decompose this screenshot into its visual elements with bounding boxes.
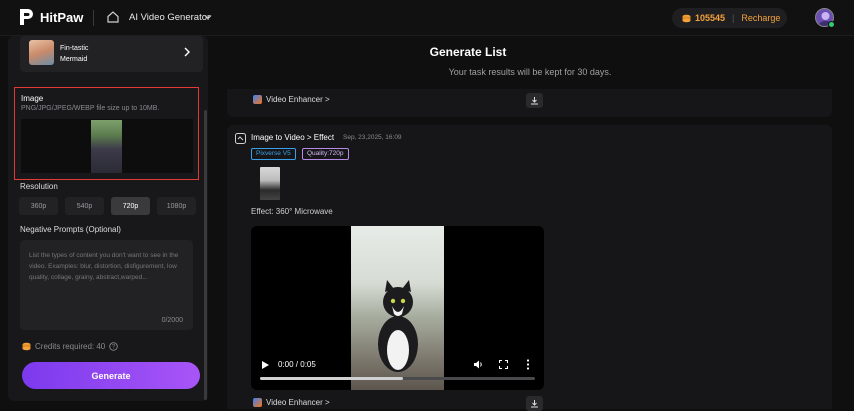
resolution-720p-button[interactable]: 720p bbox=[111, 197, 150, 215]
credits-pill[interactable]: 105545 | Recharge bbox=[672, 8, 787, 28]
resolution-360p-button[interactable]: 360p bbox=[19, 197, 58, 215]
credits-count: 105545 bbox=[695, 13, 726, 23]
video-enhancer-icon bbox=[253, 95, 262, 104]
volume-icon[interactable] bbox=[473, 359, 484, 370]
header-divider bbox=[93, 10, 94, 26]
credits-required: Credits required: 40 ? bbox=[22, 342, 119, 351]
settings-sidebar: Fin-tastic Mermaid Image PNG/JPG/JPEG/WE… bbox=[8, 36, 208, 401]
task-date: Sep, 23,2025, 16:09 bbox=[343, 134, 402, 141]
image-label: Image bbox=[21, 94, 44, 103]
sidebar-scrollbar[interactable] bbox=[204, 110, 207, 400]
preset-name: Fin-tastic Mermaid bbox=[60, 45, 89, 63]
more-options-icon[interactable] bbox=[526, 359, 530, 370]
help-icon[interactable]: ? bbox=[109, 342, 119, 351]
top-bar: HitPaw AI Video Generator 105545 | Recha… bbox=[0, 0, 854, 36]
chevron-right-icon[interactable] bbox=[183, 47, 191, 57]
video-enhancer-link-2[interactable]: Video Enhancer > bbox=[253, 398, 330, 407]
model-tag: Pixverse V5 bbox=[251, 148, 296, 160]
task-card: Image to Video > Effect Sep, 23,2025, 16… bbox=[227, 125, 832, 409]
negative-prompts-placeholder: List the types of content you don't want… bbox=[29, 252, 179, 281]
home-icon[interactable] bbox=[106, 10, 120, 24]
brand-name: HitPaw bbox=[40, 9, 84, 25]
quality-tag: Quality:720p bbox=[302, 148, 349, 160]
effect-name: Effect: 360° Microwave bbox=[251, 207, 333, 216]
image-hint: PNG/JPG/JPEG/WEBP file size up to 10MB. bbox=[21, 105, 160, 112]
resolution-540p-button[interactable]: 540p bbox=[65, 197, 104, 215]
coin-icon bbox=[22, 342, 31, 351]
negative-prompts-label: Negative Prompts (Optional) bbox=[20, 225, 121, 234]
logo[interactable]: HitPaw bbox=[18, 8, 83, 26]
image-dropzone[interactable] bbox=[21, 119, 193, 173]
video-frame bbox=[351, 226, 444, 390]
video-progress-fill bbox=[260, 377, 403, 380]
task-card-previous: Video Enhancer > bbox=[227, 89, 832, 117]
chevron-down-icon[interactable] bbox=[204, 13, 212, 21]
video-time: 0:00 / 0:05 bbox=[278, 360, 316, 369]
video-progress-bar[interactable] bbox=[260, 377, 535, 380]
page-subtitle: Your task results will be kept for 30 da… bbox=[448, 67, 612, 77]
image-upload-section: Image PNG/JPG/JPEG/WEBP file size up to … bbox=[14, 87, 199, 180]
credits-required-text: Credits required: 40 bbox=[35, 342, 106, 351]
template-preset-card[interactable]: Fin-tastic Mermaid bbox=[20, 36, 203, 72]
preset-thumbnail bbox=[29, 40, 54, 65]
video-enhancer-icon bbox=[253, 398, 262, 407]
video-enhancer-link[interactable]: Video Enhancer > bbox=[253, 95, 330, 104]
credits-separator: | bbox=[732, 13, 735, 23]
negative-prompts-input[interactable]: List the types of content you don't want… bbox=[20, 240, 193, 330]
negative-prompts-counter: 0/2000 bbox=[161, 317, 183, 324]
video-player[interactable]: 0:00 / 0:05 bbox=[251, 226, 544, 390]
resolution-label: Resolution bbox=[20, 182, 58, 191]
download-icon bbox=[531, 97, 538, 105]
recharge-link[interactable]: Recharge bbox=[741, 13, 780, 23]
resolution-1080p-button[interactable]: 1080p bbox=[157, 197, 196, 215]
avatar-status-badge bbox=[828, 21, 835, 28]
cat-video-still-icon bbox=[378, 280, 418, 372]
app-title[interactable]: AI Video Generator bbox=[129, 12, 210, 23]
download-button[interactable] bbox=[526, 93, 543, 108]
play-icon[interactable] bbox=[261, 360, 270, 370]
uploaded-image-preview[interactable] bbox=[91, 120, 122, 173]
coin-icon bbox=[682, 14, 691, 22]
fullscreen-icon[interactable] bbox=[499, 360, 508, 369]
download-icon bbox=[531, 400, 538, 408]
resolution-options: 360p 540p 720p 1080p bbox=[19, 197, 196, 215]
generate-button[interactable]: Generate bbox=[22, 362, 200, 389]
video-enhancer-label: Video Enhancer > bbox=[266, 95, 330, 104]
video-enhancer-label: Video Enhancer > bbox=[266, 398, 330, 407]
image-to-video-icon bbox=[235, 133, 246, 144]
source-image-thumbnail[interactable] bbox=[260, 167, 280, 200]
page-title: Generate List bbox=[429, 45, 507, 59]
task-title[interactable]: Image to Video > Effect bbox=[251, 133, 334, 142]
hitpaw-logo-icon bbox=[20, 9, 33, 25]
